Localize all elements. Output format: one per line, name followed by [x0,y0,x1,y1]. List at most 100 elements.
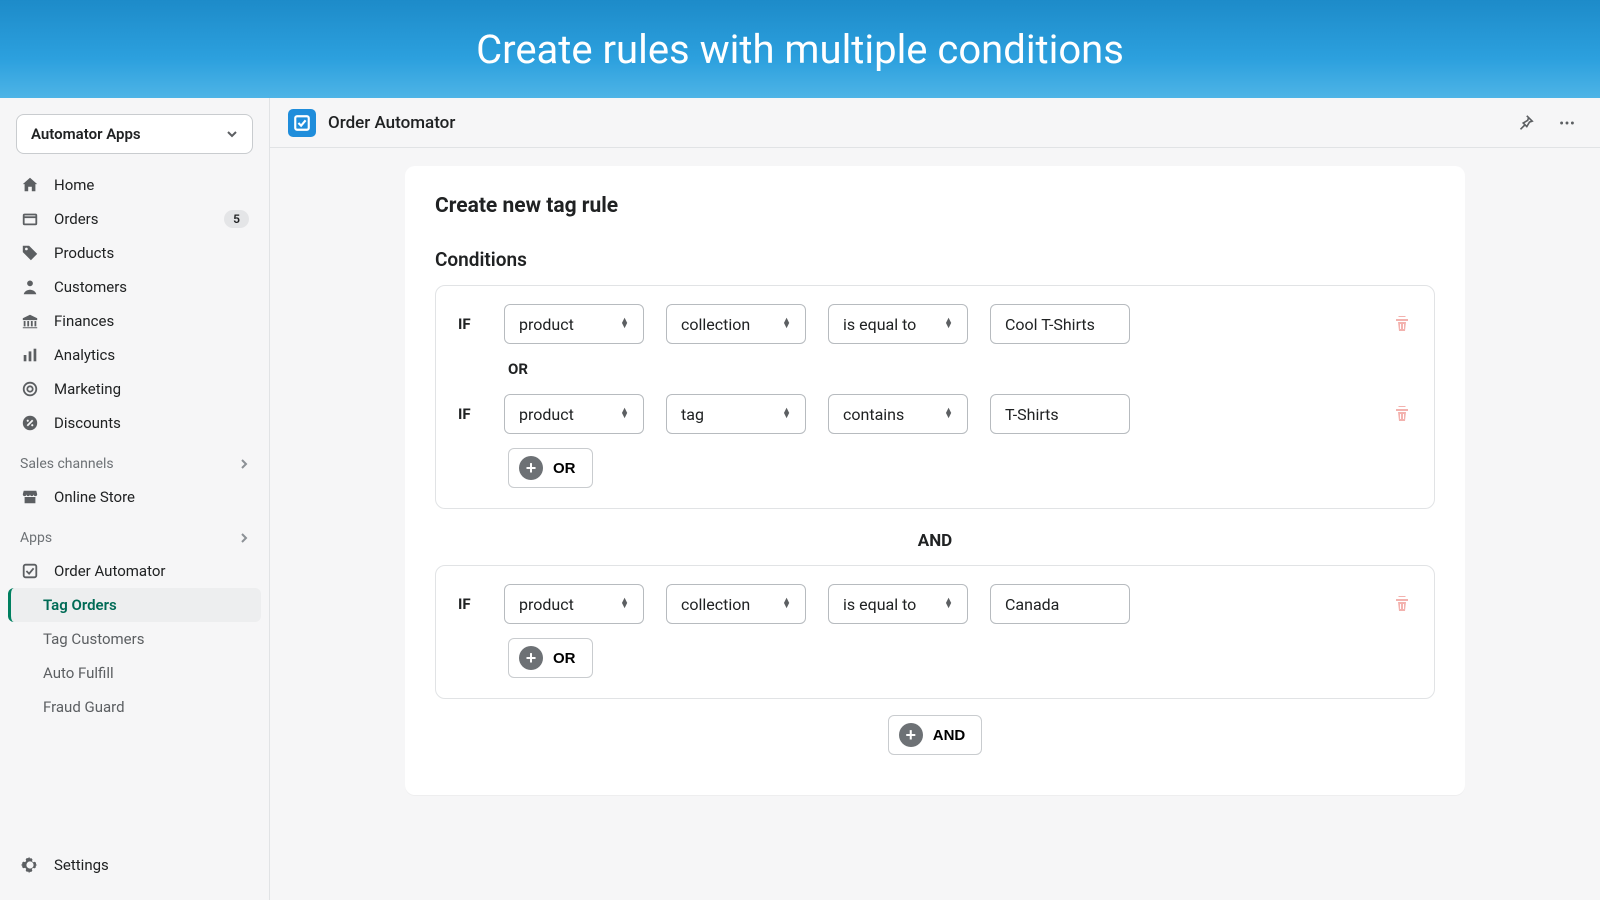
button-label: AND [933,727,966,744]
nav-label: Tag Customers [43,630,144,648]
input-value: Cool T-Shirts [1005,315,1095,334]
more-button[interactable] [1552,110,1582,136]
add-or-button[interactable]: + OR [508,448,593,488]
app-title: Order Automator [328,113,1498,133]
orders-icon [20,209,40,229]
orders-badge: 5 [224,210,249,228]
store-selector-label: Automator Apps [31,125,141,143]
nav-label: Discounts [54,414,249,432]
discount-icon [20,413,40,433]
gear-icon [20,855,40,875]
delete-condition-button[interactable] [1392,404,1412,424]
condition-group: IF product ▲▼ collection ▲▼ is equal to [435,565,1435,699]
delete-condition-button[interactable] [1392,314,1412,334]
field-select[interactable]: collection ▲▼ [666,304,806,344]
nav-label: Products [54,244,249,262]
main: Order Automator Create new tag rule Cond… [270,98,1600,900]
sort-icon: ▲▼ [782,319,791,329]
person-icon [20,277,40,297]
sidebar: Automator Apps Home Orders 5 Products [0,98,270,900]
sort-icon: ▲▼ [944,599,953,609]
select-value: product [519,595,574,614]
nav-label: Online Store [54,488,249,506]
field-select[interactable]: collection ▲▼ [666,584,806,624]
nav-label: Customers [54,278,249,296]
subject-select[interactable]: product ▲▼ [504,394,644,434]
value-input[interactable]: Cool T-Shirts [990,304,1130,344]
condition-group: IF product ▲▼ collection ▲▼ is equal to [435,285,1435,509]
nav-settings[interactable]: Settings [8,848,261,882]
tag-icon [20,243,40,263]
condition-row: IF product ▲▼ tag ▲▼ contains [458,394,1412,434]
nav-app-order-automator[interactable]: Order Automator [8,554,261,588]
input-value: T-Shirts [1005,405,1059,424]
nav-label: Auto Fulfill [43,664,114,682]
delete-condition-button[interactable] [1392,594,1412,614]
nav-app-sub-tag-customers[interactable]: Tag Customers [8,622,261,656]
target-icon [20,379,40,399]
operator-select[interactable]: is equal to ▲▼ [828,304,968,344]
if-label: IF [458,405,482,423]
hero-banner: Create rules with multiple conditions [0,0,1600,98]
nav-section-label: Apps [20,530,52,546]
chevron-down-icon [226,128,238,140]
nav-finances[interactable]: Finances [8,304,261,338]
app-logo-icon [288,109,316,137]
sort-icon: ▲▼ [782,409,791,419]
hero-title: Create rules with multiple conditions [476,26,1124,73]
sort-icon: ▲▼ [944,409,953,419]
operator-select[interactable]: is equal to ▲▼ [828,584,968,624]
app-icon [20,561,40,581]
and-separator: AND [435,525,1435,565]
nav-section-label: Sales channels [20,456,114,472]
app-topbar: Order Automator [270,98,1600,148]
value-input[interactable]: Canada [990,584,1130,624]
button-label: OR [553,650,576,667]
nav-label: Tag Orders [43,596,249,614]
nav-section-sales-channels[interactable]: Sales channels [8,440,261,480]
value-input[interactable]: T-Shirts [990,394,1130,434]
nav-label: Marketing [54,380,249,398]
chevron-right-icon [239,459,249,469]
pin-button[interactable] [1510,110,1540,136]
add-and-button[interactable]: + AND [888,715,983,755]
nav-label: Analytics [54,346,249,364]
nav-analytics[interactable]: Analytics [8,338,261,372]
nav-home[interactable]: Home [8,168,261,202]
button-label: OR [553,460,576,477]
bank-icon [20,311,40,331]
nav-online-store[interactable]: Online Store [8,480,261,514]
nav-label: Finances [54,312,249,330]
select-value: collection [681,595,750,614]
nav-marketing[interactable]: Marketing [8,372,261,406]
content-area: Create new tag rule Conditions IF produc… [270,148,1600,900]
nav-discounts[interactable]: Discounts [8,406,261,440]
subject-select[interactable]: product ▲▼ [504,304,644,344]
field-select[interactable]: tag ▲▼ [666,394,806,434]
sort-icon: ▲▼ [620,599,629,609]
nav-orders[interactable]: Orders 5 [8,202,261,236]
condition-row: IF product ▲▼ collection ▲▼ is equal to [458,584,1412,624]
select-value: tag [681,405,704,424]
primary-nav: Home Orders 5 Products Customers F [8,168,261,724]
subject-select[interactable]: product ▲▼ [504,584,644,624]
sort-icon: ▲▼ [620,319,629,329]
plus-icon: + [899,723,923,747]
nav-section-apps[interactable]: Apps [8,514,261,554]
select-value: product [519,315,574,334]
input-value: Canada [1005,595,1059,614]
operator-select[interactable]: contains ▲▼ [828,394,968,434]
nav-app-sub-fraud-guard[interactable]: Fraud Guard [8,690,261,724]
select-value: collection [681,315,750,334]
nav-app-sub-tag-orders[interactable]: Tag Orders [8,588,261,622]
select-value: product [519,405,574,424]
nav-customers[interactable]: Customers [8,270,261,304]
store-selector[interactable]: Automator Apps [16,114,253,154]
sort-icon: ▲▼ [944,319,953,329]
nav-app-sub-auto-fulfill[interactable]: Auto Fulfill [8,656,261,690]
rule-card: Create new tag rule Conditions IF produc… [405,166,1465,795]
select-value: is equal to [843,315,916,334]
nav-products[interactable]: Products [8,236,261,270]
if-label: IF [458,595,482,613]
add-or-button[interactable]: + OR [508,638,593,678]
